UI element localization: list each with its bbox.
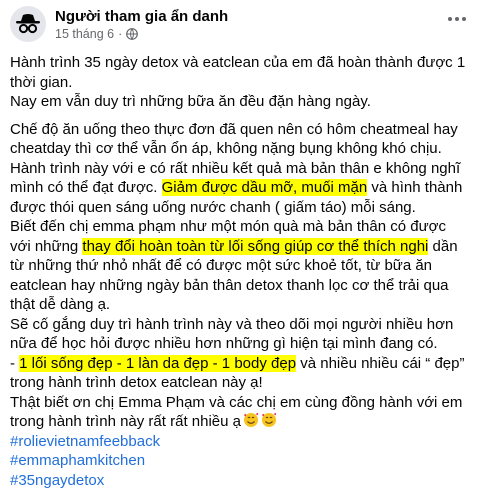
post-date[interactable]: 15 tháng 6 [55, 27, 114, 41]
highlighted-text: Giảm được dầu mỡ, muối mặn [162, 179, 368, 196]
anonymous-avatar[interactable] [10, 6, 46, 42]
author-name[interactable]: Người tham gia ẩn danh [55, 8, 228, 25]
globe-icon [126, 28, 138, 40]
paragraph-5: Sẽ cố gắng duy trì hành trình này và the… [10, 315, 470, 354]
text-span: Thật biết ơn chị Emma Phạm và các chị em… [10, 394, 462, 431]
paragraph-6: - 1 lối sống đẹp - 1 làn da đẹp - 1 body… [10, 354, 470, 393]
highlighted-text: 1 lối sống đẹp - 1 làn da đẹp - 1 body đ… [19, 355, 296, 372]
paragraph-4: Biết đến chị emma phạm như một món quà m… [10, 217, 470, 315]
smiling-face-with-hearts-icon [243, 412, 277, 428]
hashtag-link[interactable]: #35ngaydetox [10, 471, 470, 490]
hashtag-link[interactable]: #rolievietnamfeebback [10, 432, 470, 452]
anonymous-spy-icon [15, 13, 41, 35]
hashtag-link[interactable]: #emmaphamkitchen [10, 451, 470, 471]
paragraph-7: Thật biết ơn chị Emma Phạm và các chị em… [10, 393, 470, 432]
post-meta: 15 tháng 6 · [55, 27, 138, 41]
facebook-post: Người tham gia ẩn danh 15 tháng 6 · Hành… [0, 0, 478, 480]
text-span: - [10, 355, 19, 372]
paragraph-3: Chế độ ăn uống theo thực đơn đã quen nên… [10, 120, 470, 218]
paragraph-1: Hành trình 35 ngày detox và eatclean của… [10, 53, 470, 92]
meta-separator: · [118, 27, 122, 41]
highlighted-text: thay đổi hoàn toàn từ lối sống giúp cơ t… [82, 238, 428, 255]
post-body: Hành trình 35 ngày detox và eatclean của… [10, 53, 470, 490]
post-header: Người tham gia ẩn danh 15 tháng 6 · [10, 6, 468, 42]
more-options-icon[interactable] [446, 8, 468, 30]
paragraph-2: Nay em vẫn duy trì những bữa ăn đều đặn … [10, 92, 470, 112]
